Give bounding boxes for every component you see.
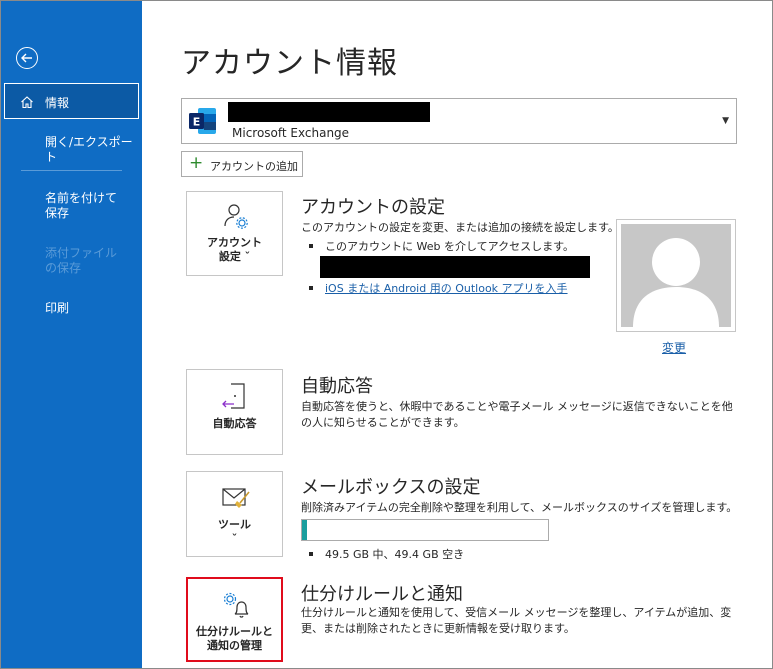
storage-progress-bar (301, 519, 549, 541)
sidebar-item-save-attachments: 添付ファイルの保存 (45, 246, 118, 275)
auto-reply-title: 自動応答 (301, 376, 373, 397)
tile-label: 設定 ˇ (218, 250, 251, 263)
storage-fill (302, 520, 307, 540)
sidebar-item-info[interactable]: 情報 (4, 83, 139, 119)
tile-label: ツール (218, 518, 251, 531)
web-access-text: このアカウントに Web を介してアクセスします。 (325, 240, 574, 253)
auto-reply-tile[interactable]: 自動応答 (186, 369, 283, 455)
tile-label: 通知の管理 (207, 639, 262, 652)
home-icon (20, 95, 34, 112)
rules-title: 仕分けルールと通知 (301, 584, 463, 605)
door-arrow-icon (222, 383, 245, 409)
back-arrow-icon[interactable] (16, 47, 38, 69)
sidebar-item-label: 情報 (45, 96, 70, 110)
chevron-down-icon: ˇ (231, 532, 238, 545)
mailbox-desc: 削除済みアイテムの完全削除や整理を利用して、メールボックスのサイズを管理します。 (301, 501, 738, 514)
plus-icon: + (189, 153, 204, 173)
storage-text: 49.5 GB 中、49.4 GB 空き (325, 548, 465, 561)
dropdown-caret-icon[interactable]: ▼ (722, 116, 729, 126)
account-settings-tile[interactable]: アカウント 設定 ˇ (186, 191, 283, 276)
tools-tile[interactable]: ツール ˇ (186, 471, 283, 557)
tile-label: 仕分けルールと (196, 625, 273, 638)
auto-reply-desc: 自動応答を使うと、休暇中であることや電子メール メッセージに返信できないことを他… (301, 400, 733, 429)
change-photo-link[interactable]: 変更 (662, 339, 686, 356)
outlook-app-link[interactable]: iOS または Android 用の Outlook アプリを入手 (325, 282, 568, 296)
svg-text:E: E (193, 116, 201, 129)
mailbox-title: メールボックスの設定 (301, 477, 481, 498)
backstage-sidebar: 情報 開く/エクスポート 名前を付けて保存 添付ファイルの保存 印刷 (1, 1, 142, 668)
account-type: Microsoft Exchange (232, 126, 350, 140)
backstage-window: 情報 開く/エクスポート 名前を付けて保存 添付ファイルの保存 印刷 アカウント… (0, 0, 773, 669)
profile-photo (616, 219, 736, 332)
gear-bell-icon (223, 592, 249, 618)
sidebar-item-save-as[interactable]: 名前を付けて保存 (45, 191, 127, 221)
sidebar-item-print[interactable]: 印刷 (45, 301, 69, 316)
redacted-account-name (228, 102, 430, 122)
account-selector[interactable]: E Microsoft Exchange ▼ (181, 98, 737, 144)
add-account-button[interactable]: + アカウントの追加 (181, 151, 303, 177)
exchange-icon: E (187, 105, 219, 141)
mailbox-broom-icon (222, 488, 250, 508)
add-account-label: アカウントの追加 (210, 160, 298, 173)
account-gear-icon (224, 204, 248, 229)
rules-desc: 仕分けルールと通知を使用して、受信メール メッセージを整理し、アイテムが追加、変… (301, 606, 732, 635)
avatar-placeholder-icon (621, 224, 731, 327)
tile-label: アカウント (207, 236, 262, 249)
sidebar-item-open-export[interactable]: 開く/エクスポート (45, 135, 142, 165)
sidebar-divider (21, 170, 122, 171)
manage-rules-tile[interactable]: 仕分けルールと 通知の管理 (186, 577, 283, 662)
tile-label: 自動応答 (212, 417, 257, 430)
redacted-url (320, 256, 590, 278)
page-title: アカウント情報 (181, 46, 398, 81)
account-settings-title: アカウントの設定 (301, 197, 445, 218)
